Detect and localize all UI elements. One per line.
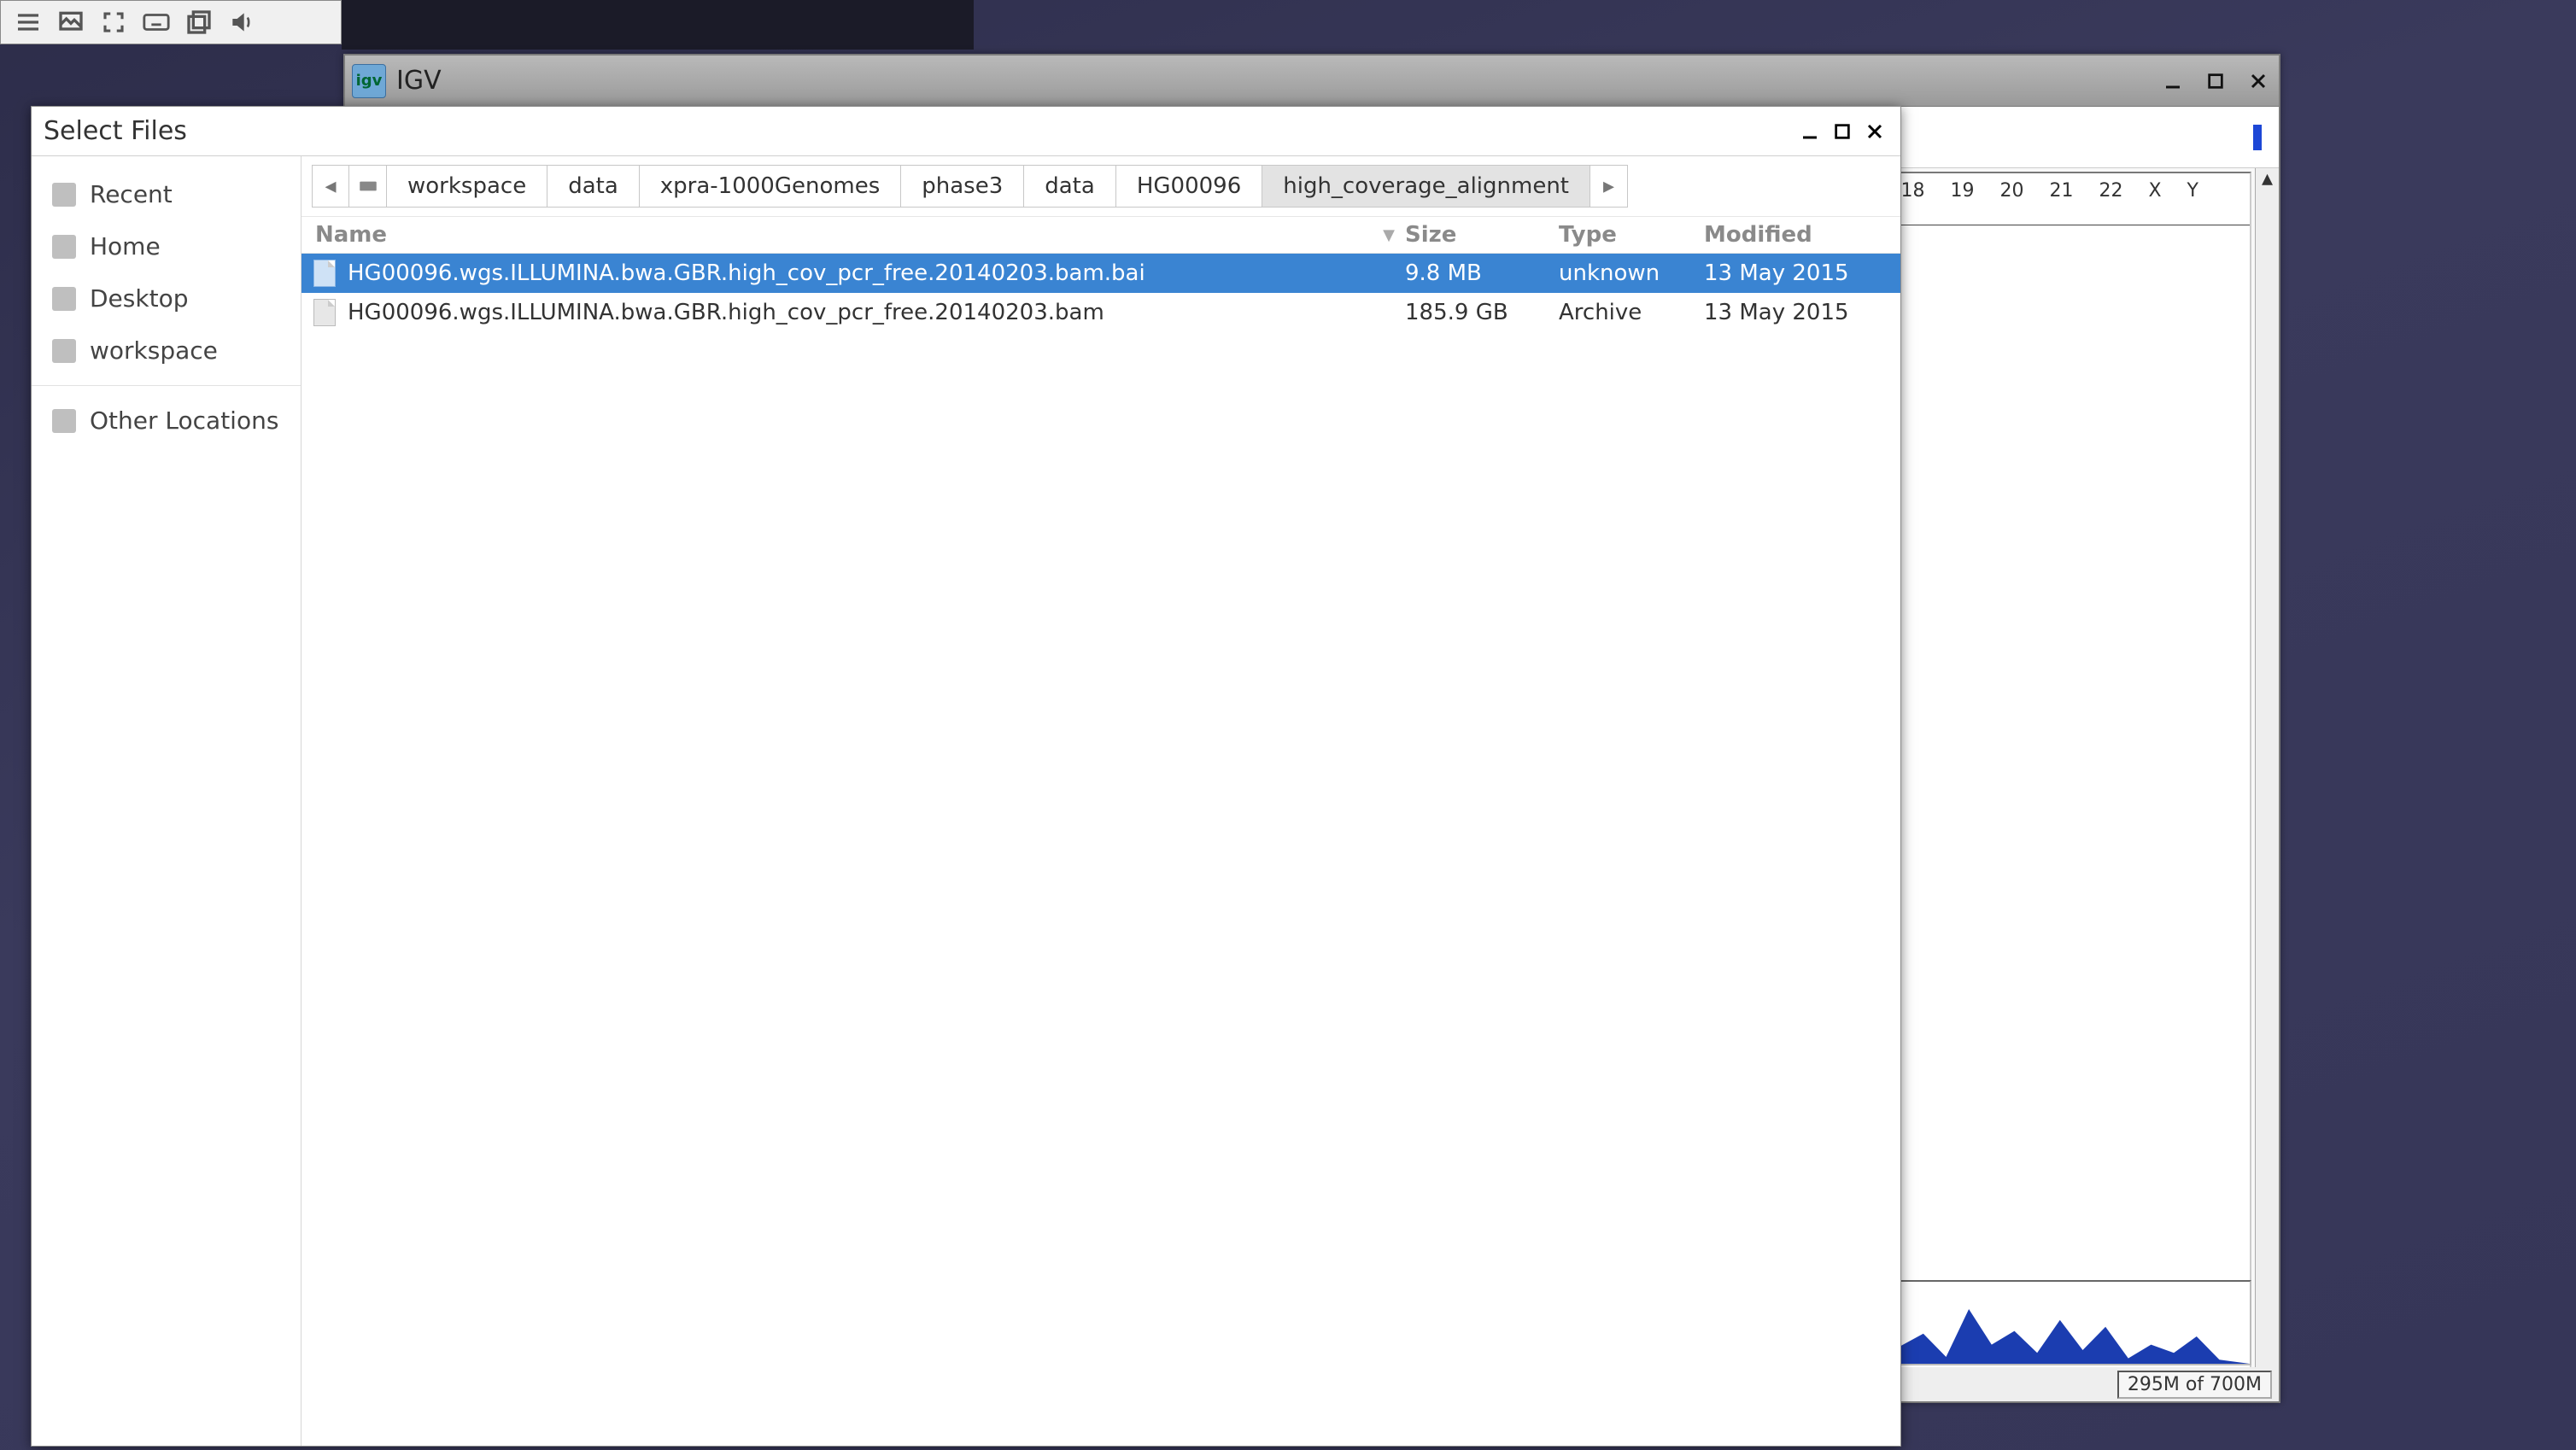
file-icon	[313, 260, 336, 287]
file-chooser-title-text: Select Files	[44, 116, 187, 146]
chrom-label: 21	[2049, 180, 2073, 214]
breadcrumb[interactable]: phase3	[901, 165, 1024, 208]
maximize-icon[interactable]	[1829, 118, 1856, 145]
path-forward-button[interactable]: ▸	[1590, 165, 1628, 208]
file-size: 185.9 GB	[1405, 300, 1559, 325]
file-size: 9.8 MB	[1405, 260, 1559, 286]
breadcrumb[interactable]: data	[1024, 165, 1116, 208]
file-modified: 13 May 2015	[1704, 300, 1900, 325]
minimize-icon[interactable]	[2159, 67, 2187, 95]
file-row[interactable]: HG00096.wgs.ILLUMINA.bwa.GBR.high_cov_pc…	[302, 293, 1900, 332]
chrom-label: X	[2148, 180, 2161, 214]
file-type: Archive	[1559, 300, 1704, 325]
breadcrumb[interactable]: HG00096	[1116, 165, 1262, 208]
windows-icon[interactable]	[182, 5, 216, 39]
chrom-label: Y	[2187, 180, 2198, 214]
image-icon[interactable]	[54, 5, 88, 39]
place-label: Desktop	[90, 284, 188, 313]
place-recent[interactable]: Recent	[32, 168, 301, 220]
place-other-locations[interactable]: Other Locations	[32, 385, 301, 447]
place-workspace[interactable]: workspace	[32, 324, 301, 377]
scroll-up-icon[interactable]: ▴	[2257, 168, 2278, 189]
places-sidebar: Recent Home Desktop workspace Other Loca…	[32, 156, 302, 1446]
close-icon[interactable]	[1861, 118, 1888, 145]
place-desktop[interactable]: Desktop	[32, 272, 301, 324]
place-home[interactable]: Home	[32, 220, 301, 272]
column-size[interactable]: Size	[1405, 222, 1559, 248]
keyboard-icon[interactable]	[139, 5, 173, 39]
igv-titlebar[interactable]: igv IGV	[345, 56, 2279, 107]
path-drive-icon[interactable]	[349, 165, 387, 208]
place-label: Other Locations	[90, 406, 278, 435]
folder-icon	[52, 287, 76, 311]
chrom-label: 18	[1900, 180, 1924, 214]
breadcrumb-current[interactable]: high_coverage_alignment	[1262, 165, 1590, 208]
file-type: unknown	[1559, 260, 1704, 286]
chrom-label: 20	[1999, 180, 2023, 214]
breadcrumb[interactable]: data	[547, 165, 640, 208]
chrom-label: 22	[2099, 180, 2122, 214]
column-type[interactable]: Type	[1559, 222, 1704, 248]
fullscreen-icon[interactable]	[97, 5, 131, 39]
place-label: Recent	[90, 180, 173, 208]
place-label: Home	[90, 232, 161, 260]
column-modified[interactable]: Modified	[1704, 222, 1900, 248]
sort-desc-icon: ▼	[1383, 226, 1395, 244]
column-name[interactable]: Name ▼	[302, 222, 1405, 248]
close-icon[interactable]	[2245, 67, 2272, 95]
file-name: HG00096.wgs.ILLUMINA.bwa.GBR.high_cov_pc…	[348, 300, 1405, 325]
file-chooser-window: Select Files Recent Home Desktop workspa…	[31, 106, 1901, 1447]
igv-app-icon: igv	[352, 64, 386, 98]
minimize-icon[interactable]	[1796, 118, 1824, 145]
folder-icon	[52, 235, 76, 259]
vertical-scrollbar[interactable]: ▴ ▾	[2255, 168, 2279, 1401]
file-icon	[313, 299, 336, 326]
file-modified: 13 May 2015	[1704, 260, 1900, 286]
path-bar: ◂ workspace data xpra-1000Genomes phase3…	[302, 156, 1900, 216]
menu-icon[interactable]	[11, 5, 45, 39]
position-marker	[2253, 125, 2262, 150]
file-row[interactable]: HG00096.wgs.ILLUMINA.bwa.GBR.high_cov_pc…	[302, 254, 1900, 293]
path-back-button[interactable]: ◂	[312, 165, 349, 208]
breadcrumb[interactable]: workspace	[387, 165, 547, 208]
sound-icon[interactable]	[225, 5, 259, 39]
files-pane: ◂ workspace data xpra-1000Genomes phase3…	[302, 156, 1900, 1446]
maximize-icon[interactable]	[2202, 67, 2229, 95]
folder-icon	[52, 339, 76, 363]
desktop-dark-band	[342, 0, 974, 50]
folder-icon	[52, 183, 76, 207]
folder-icon	[52, 409, 76, 433]
file-name: HG00096.wgs.ILLUMINA.bwa.GBR.high_cov_pc…	[348, 260, 1405, 286]
igv-title-text: IGV	[396, 66, 442, 96]
column-name-label: Name	[315, 222, 387, 248]
place-label: workspace	[90, 336, 218, 365]
file-chooser-titlebar[interactable]: Select Files	[32, 107, 1900, 156]
system-tray	[0, 0, 342, 44]
breadcrumb[interactable]: xpra-1000Genomes	[640, 165, 901, 208]
memory-usage: 295M of 700M	[2117, 1371, 2272, 1399]
chrom-label: 19	[1950, 180, 1974, 214]
file-list-header: Name ▼ Size Type Modified	[302, 216, 1900, 254]
